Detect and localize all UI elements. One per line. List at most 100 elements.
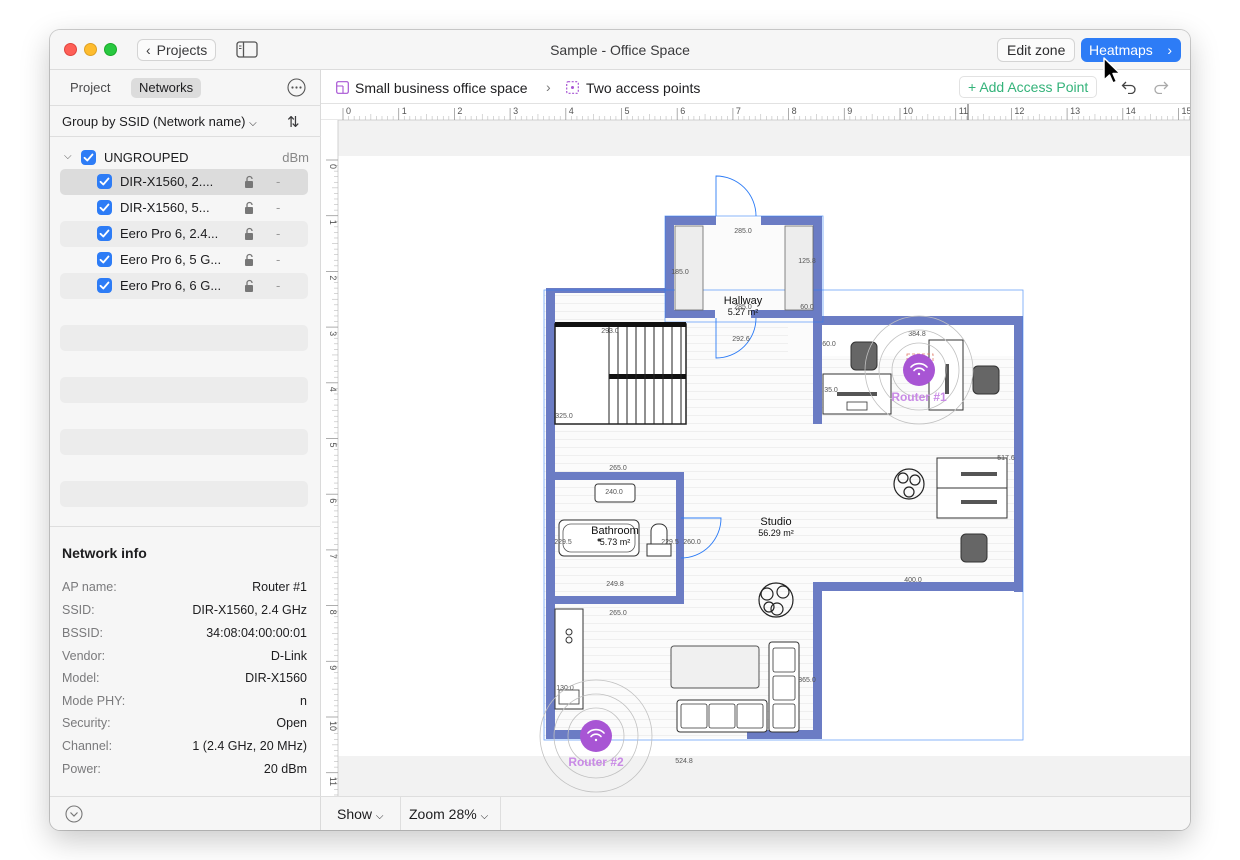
network-name: Eero Pro 6, 6 G... [120,278,222,293]
network-checkbox[interactable] [97,200,112,215]
ruler-label: 5 [625,106,630,116]
plus-icon: + [968,79,977,95]
edit-zone-button[interactable]: Edit zone [997,38,1076,62]
empty-list-row [60,325,308,351]
ruler-label: 0 [346,106,351,116]
ruler-label: 12 [1014,106,1024,116]
router-1-label: Router #1 [891,390,947,404]
chevron-down-icon: ⌵ [249,118,257,129]
ruler-label: 10 [328,721,338,731]
network-row[interactable]: DIR-X1560, 5... - [60,195,308,221]
info-row-model: Model: DIR-X1560 [62,671,307,685]
dimension-label: 292.6 [732,336,750,343]
ruler-label: 3 [513,106,518,116]
sidebar-toggle-icon[interactable] [236,41,258,58]
network-checkbox[interactable] [97,174,112,189]
ruler-label: 4 [569,106,574,116]
group-label: UNGROUPED [104,150,189,165]
ruler-label: 3 [328,331,338,336]
ruler-label: 2 [328,275,338,280]
dimension-label: 285.0 [734,304,752,311]
zoom-window-button[interactable] [104,43,117,56]
empty-list-row [60,481,308,507]
lock-open-icon [245,175,253,188]
floorplan-canvas[interactable]: 0 1 2 3 4 5 6 7 8 9 10 11 12 13 14 15 01234567891011 [321,104,1190,796]
divider [50,105,321,106]
breadcrumb: Small business office space › Two access… [321,70,1190,104]
dimension-label: 384.8 [908,331,926,338]
tab-project[interactable]: Project [62,78,118,98]
ruler-label: 1 [328,220,338,225]
chevron-down-icon[interactable]: ⌵ [64,151,72,162]
lock-open-icon [245,227,253,240]
dimension-label: 524.8 [675,758,693,765]
dimension-label: 185.0 [671,269,689,276]
ruler-label: 1 [402,106,407,116]
dimension-label: 260.0 [683,539,701,546]
ruler-label: 13 [1070,106,1080,116]
divider [50,136,321,137]
zoom-menu-button[interactable]: Zoom 28% ⌵ [397,797,502,830]
heatmaps-button[interactable]: Heatmaps › [1081,38,1181,62]
network-name: Eero Pro 6, 5 G... [120,252,222,267]
add-access-point-button[interactable]: + Add Access Point [959,76,1098,98]
redo-icon[interactable] [1153,80,1169,94]
dimension-label: 60.0 [822,341,836,348]
ruler-label: 8 [328,610,338,615]
close-window-button[interactable] [64,43,77,56]
tab-networks[interactable]: Networks [131,78,202,98]
network-name: DIR-X1560, 5... [120,200,210,215]
show-menu-button[interactable]: Show ⌵ [321,797,401,830]
minimize-window-button[interactable] [84,43,97,56]
group-by-dropdown[interactable]: Group by SSID (Network name) ⌵ [62,114,257,129]
network-row[interactable]: DIR-X1560, 2.... - [60,169,308,195]
group-ungrouped[interactable]: ⌵ UNGROUPED dBm [64,148,309,168]
network-signal-value: - [276,252,281,267]
dimension-label: 60.0 [800,304,814,311]
network-name: DIR-X1560, 2.... [120,174,214,189]
ruler-label: 11 [959,106,968,116]
chevron-down-icon: ⌵ [375,811,384,822]
ruler-label: 10 [903,106,913,116]
main-area: Small business office space › Two access… [321,70,1190,830]
zone-icon [566,81,579,94]
network-signal-value: - [276,278,281,293]
network-checkbox[interactable] [97,226,112,241]
ruler-label: 15 [1182,106,1191,116]
ruler-label: 9 [328,665,338,670]
info-row-ssid: SSID: DIR-X1560, 2.4 GHz [62,603,307,617]
sort-icon[interactable]: ⇅ [287,113,303,131]
dimension-label: 229.5 [661,539,679,546]
ruler-label: 7 [736,106,741,116]
dimension-label: 35.0 [824,387,838,394]
more-options-icon[interactable] [287,78,306,97]
divider [50,796,321,797]
info-row-mode-phy: Mode PHY: n [62,694,307,708]
projects-back-button[interactable]: ‹ Projects [137,39,217,61]
info-row-ap-name: AP name: Router #1 [62,580,307,594]
group-checkbox[interactable] [81,150,96,165]
left-ruler: 0 1 2 3 4 5 6 7 8 9 10 11 [321,120,339,796]
sidebar: Project Networks Group by SSID (Network … [50,70,321,830]
dimension-label: 249.8 [606,581,624,588]
network-signal-value: - [276,226,281,241]
chevron-down-circle-icon[interactable] [65,805,83,823]
dimension-label: 125.8 [798,258,816,265]
breadcrumb-zone[interactable]: Two access points [586,80,700,96]
network-checkbox[interactable] [97,278,112,293]
dimension-label: 365.0 [798,677,816,684]
app-window: ‹ Projects Sample - Office Space Edit zo… [50,30,1190,830]
network-info-title: Network info [62,545,147,561]
network-checkbox[interactable] [97,252,112,267]
breadcrumb-project[interactable]: Small business office space [355,80,528,96]
lock-open-icon [245,201,253,214]
network-row[interactable]: Eero Pro 6, 6 G... - [60,273,308,299]
empty-list-row [60,377,308,403]
network-row[interactable]: Eero Pro 6, 5 G... - [60,247,308,273]
dimension-label: 285.0 [734,228,752,235]
title-bar: ‹ Projects Sample - Office Space Edit zo… [50,30,1190,70]
ruler-label: 7 [328,554,338,559]
ruler-label: 14 [1126,106,1136,116]
chevron-right-icon: › [1167,42,1172,58]
network-row[interactable]: Eero Pro 6, 2.4... - [60,221,308,247]
